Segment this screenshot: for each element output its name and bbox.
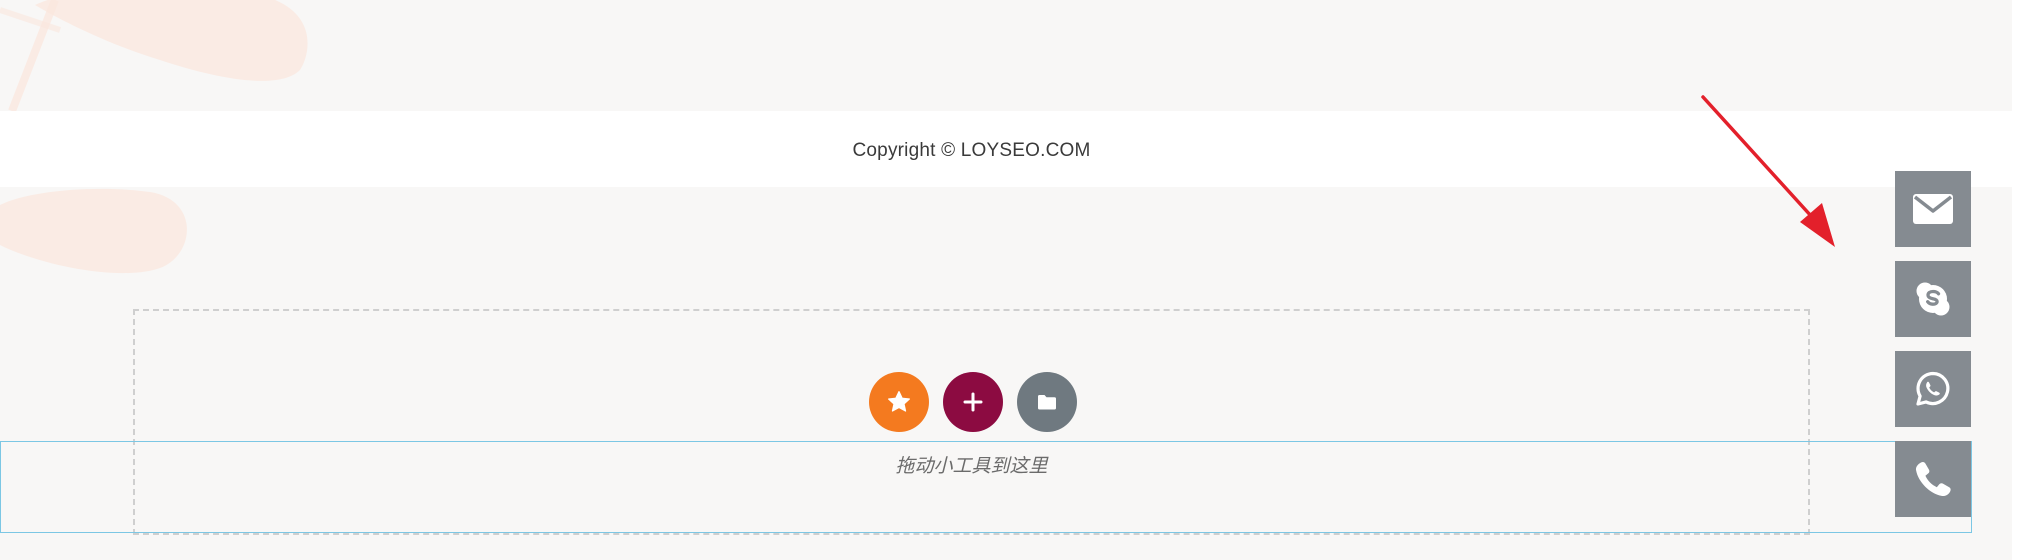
floating-contact-bar: [1895, 171, 1971, 531]
skype-button[interactable]: [1895, 261, 1971, 337]
plus-icon: [963, 392, 983, 412]
phone-button[interactable]: [1895, 441, 1971, 517]
whatsapp-icon: [1916, 371, 1950, 406]
add-widget-button[interactable]: [943, 372, 1003, 432]
add-favorite-widget-button[interactable]: [869, 372, 929, 432]
email-icon: [1913, 194, 1953, 224]
copyright-text: Copyright © LOYSEO.COM: [852, 140, 1091, 161]
widget-library-button[interactable]: [1017, 372, 1077, 432]
phone-icon: [1915, 461, 1951, 497]
widget-toolbar: [869, 372, 1077, 432]
star-icon: [888, 391, 910, 412]
email-button[interactable]: [1895, 171, 1971, 247]
page-right-edge: [2012, 0, 2023, 560]
drop-zone-hint: 拖动小工具到这里: [895, 456, 1048, 477]
skype-icon: [1916, 282, 1950, 316]
whatsapp-button[interactable]: [1895, 351, 1971, 427]
folder-icon: [1038, 395, 1056, 410]
